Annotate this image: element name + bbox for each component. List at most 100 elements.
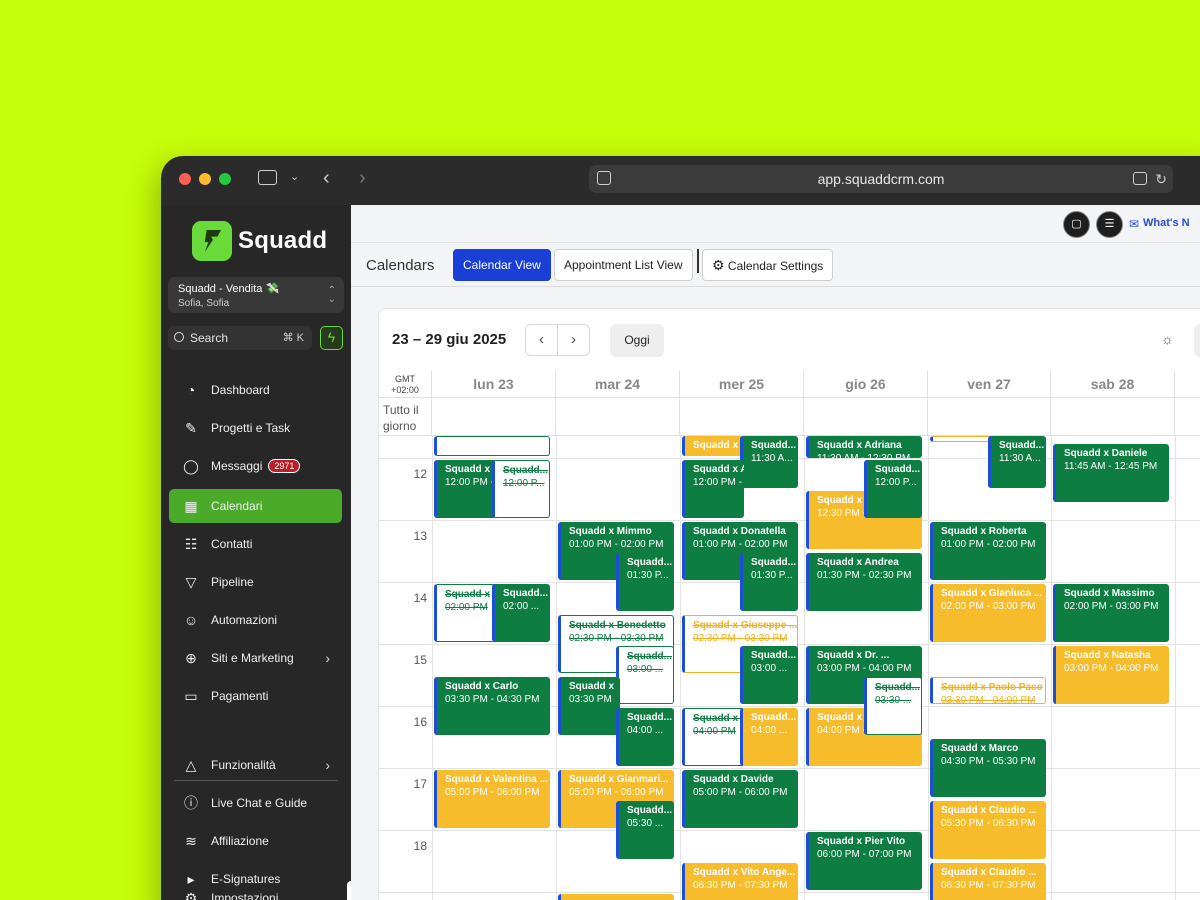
sidebar-item-live-chat[interactable]: ⓘ Live Chat e Guide: [169, 786, 342, 820]
week-grid: GMT +02:00 Tutto il giorno lun 23 mar 24…: [379, 371, 1200, 900]
account-user: Sofia, Sofia: [178, 298, 230, 309]
sidebar-item-pagamenti[interactable]: ▭ Pagamenti: [169, 679, 342, 713]
back-icon[interactable]: ‹: [323, 168, 330, 188]
sidebar-toggle-icon[interactable]: [258, 170, 277, 185]
appointment[interactable]: Squadd... 03:00 ...: [740, 646, 798, 704]
hour-line: [379, 520, 1200, 521]
sidebar-item-label: Contatti: [211, 537, 253, 551]
appointment[interactable]: Squadd... 12:00 P...: [492, 460, 550, 518]
search-button[interactable]: Search ⌘ K: [168, 326, 312, 350]
today-button[interactable]: Oggi: [610, 324, 664, 357]
tabs-icon[interactable]: [1133, 172, 1147, 185]
forward-icon[interactable]: ›: [359, 168, 366, 188]
allday-cell[interactable]: [432, 398, 556, 436]
appointment[interactable]: Squadd... 04:00 ...: [616, 708, 674, 766]
appointment[interactable]: [434, 436, 550, 456]
prev-week-icon[interactable]: ‹: [526, 325, 557, 355]
chat-bubble-icon[interactable]: ▢: [1063, 211, 1090, 238]
robot-icon: ☺: [183, 612, 199, 628]
day-header[interactable]: mer 25: [680, 371, 804, 398]
allday-cell[interactable]: [928, 398, 1051, 436]
sidebar-item-calendari[interactable]: ▦ Calendari: [169, 489, 342, 523]
sidebar-item-pipeline[interactable]: ▽ Pipeline: [169, 565, 342, 599]
appointment[interactable]: Squadd x Andrea 01:30 PM - 02:30 PM: [806, 553, 922, 611]
appointment[interactable]: Squadd x 02:00 PM: [434, 584, 496, 642]
appointment[interactable]: Squadd... 01:30 P...: [616, 553, 674, 611]
day-header[interactable]: gio 26: [804, 371, 928, 398]
day-header[interactable]: sab 28: [1051, 371, 1175, 398]
appointment[interactable]: Squadd x Pier Vito 06:00 PM - 07:00 PM: [806, 832, 922, 890]
sidebar-item-dashboard[interactable]: ◔ Dashboard: [169, 373, 342, 407]
appointment[interactable]: Squadd x Gianluca ... 02:00 PM - 03:00 PM: [930, 584, 1046, 642]
sidebar-item-siti-marketing[interactable]: ⊕ Siti e Marketing ›: [169, 641, 342, 675]
appointment[interactable]: Squadd... 01:30 P...: [740, 553, 798, 611]
day-header[interactable]: lun 23: [432, 371, 556, 398]
appointment[interactable]: Squadd x I 04:00 PM: [682, 708, 744, 766]
tab-appointment-list-view[interactable]: Appointment List View: [554, 249, 693, 281]
appointment[interactable]: Squadd x Daniele 11:45 AM - 12:45 PM: [1053, 444, 1169, 502]
whats-new-link[interactable]: What's N: [1143, 217, 1190, 229]
logo[interactable]: Squadd: [192, 221, 327, 261]
appointment[interactable]: Squadd x Davide 05:00 PM - 06:00 PM: [682, 770, 798, 828]
minimize-window-button[interactable]: [199, 173, 211, 185]
sidebar-item-funzionalita[interactable]: △ Funzionalità ›: [169, 748, 342, 782]
sidebar-item-messaggi[interactable]: ◯ Messaggi 2971: [169, 449, 342, 483]
appointment[interactable]: Squadd x Valentina ... 05:00 PM - 06:00 P…: [434, 770, 550, 828]
appointment[interactable]: Squadd x Marco 04:30 PM - 05:30 PM: [930, 739, 1046, 797]
day-header[interactable]: mar 24: [556, 371, 680, 398]
next-week-icon[interactable]: ›: [557, 325, 589, 355]
appointment[interactable]: Squadd x Paolo Paco 03:30 PM - 04:00 PM: [930, 677, 1046, 704]
day-header[interactable]: ven 27: [928, 371, 1051, 398]
chevron-down-icon[interactable]: ⌄: [290, 172, 299, 183]
reader-icon[interactable]: [597, 171, 611, 185]
appointment[interactable]: Squadd... 04:00 ...: [740, 708, 798, 766]
sidebar-item-affiliazione[interactable]: ≋ Affiliazione: [169, 824, 342, 858]
appointment[interactable]: Squadd... 12:00 P...: [864, 460, 922, 518]
zoom-window-button[interactable]: [219, 173, 231, 185]
appointment[interactable]: Squadd x Adriana11:30 AM - 12:30 PM: [806, 436, 922, 458]
quick-action-bolt-icon[interactable]: ϟ: [320, 326, 343, 350]
account-switcher[interactable]: Squadd - Vendita 💸 Sofia, Sofia ⌃ ⌄: [168, 277, 344, 313]
appointment[interactable]: Squadd... 11:30 A...: [740, 436, 798, 488]
calendar-settings-button[interactable]: ⚙ Calendar Settings: [702, 249, 834, 281]
appointment[interactable]: [930, 436, 992, 442]
appointment[interactable]: Squadd x A 12:00 PM -: [682, 460, 744, 518]
allday-cell[interactable]: [556, 398, 680, 436]
sidebar-item-label: Affiliazione: [211, 834, 269, 848]
appointment[interactable]: Squadd x Claudio ... 06:30 PM - 07:30 PM: [930, 863, 1046, 900]
reload-icon[interactable]: ↻: [1155, 165, 1167, 193]
allday-cell[interactable]: [1175, 398, 1200, 436]
close-window-button[interactable]: [179, 173, 191, 185]
contacts-icon: ☷: [184, 535, 198, 552]
appointment[interactable]: Squadd x Vito Ange... 06:30 PM - 07:30 PM: [682, 863, 798, 900]
view-toggle-button[interactable]: [1194, 324, 1200, 357]
checklist-icon[interactable]: ☰: [1096, 211, 1123, 238]
appointment[interactable]: Squadd x Carlo 03:30 PM - 04:30 PM: [434, 677, 550, 735]
sidebar-item-automazioni[interactable]: ☺ Automazioni: [169, 603, 342, 637]
appointment[interactable]: Squadd x Claudio ... 05:30 PM - 06:30 PM: [930, 801, 1046, 859]
appointment[interactable]: Squadd x 03:30 PM: [558, 677, 620, 735]
appointment[interactable]: Squadd x Natasha 03:00 PM - 04:00 PM: [1053, 646, 1169, 704]
allday-cell[interactable]: [1051, 398, 1175, 436]
sidebar-item-progetti[interactable]: ✎ Progetti e Task: [169, 411, 342, 445]
appointment[interactable]: Squadd x Massimo 02:00 PM - 03:00 PM: [1053, 584, 1169, 642]
sidebar-item-contatti[interactable]: ☷ Contatti: [169, 527, 342, 561]
appointment[interactable]: Squadd... 02:00 ...: [492, 584, 550, 642]
appointment[interactable]: Squadd x P 12:00 PM -: [434, 460, 496, 518]
appointment[interactable]: Squadd... 03:00 ...: [616, 646, 674, 704]
lightbulb-icon[interactable]: ☼: [1161, 331, 1174, 347]
appointment[interactable]: [558, 894, 674, 900]
sidebar-item-impostazioni[interactable]: ⚙ Impostazioni: [169, 881, 342, 900]
search-label: Search: [190, 331, 229, 345]
appointment[interactable]: Squadd x: [682, 436, 744, 456]
appointment[interactable]: Squadd... 05:30 ...: [616, 801, 674, 859]
appointment[interactable]: Squadd x Roberta 01:00 PM - 02:00 PM: [930, 522, 1046, 580]
appointment[interactable]: Squadd... 03:30 ...: [864, 677, 922, 735]
address-bar[interactable]: app.squaddcrm.com ↻: [589, 165, 1173, 193]
day-header[interactable]: [1175, 371, 1200, 398]
allday-cell[interactable]: [804, 398, 928, 436]
appointment[interactable]: Squadd... 11:30 A...: [988, 436, 1046, 488]
tab-calendar-view[interactable]: Calendar View: [453, 249, 551, 281]
hour-label: 13: [413, 529, 427, 543]
allday-cell[interactable]: [680, 398, 804, 436]
